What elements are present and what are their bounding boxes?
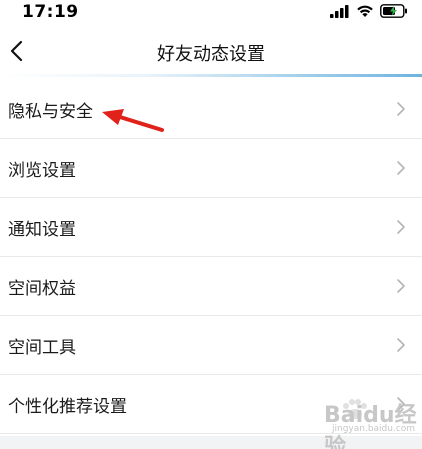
menu-item-space-tools[interactable]: 空间工具 xyxy=(0,316,422,375)
menu-item-label: 通知设置 xyxy=(8,219,76,240)
chevron-right-icon xyxy=(397,338,405,352)
chevron-right-icon xyxy=(397,220,405,234)
settings-menu: 隐私与安全 浏览设置 通知设置 空间权益 空间工具 个性化推荐设置 xyxy=(0,80,422,434)
status-bar: 17:19 xyxy=(0,0,422,26)
menu-item-label: 空间权益 xyxy=(8,278,76,299)
menu-item-notification-settings[interactable]: 通知设置 xyxy=(0,198,422,257)
watermark-subtext: jingyan.baidu.com xyxy=(332,424,416,434)
chevron-right-icon xyxy=(397,161,405,175)
menu-item-label: 空间工具 xyxy=(8,337,76,358)
menu-item-label: 浏览设置 xyxy=(8,160,76,181)
signal-icon xyxy=(330,5,349,18)
page-title: 好友动态设置 xyxy=(157,44,265,65)
screen: 17:19 好友动态设置 隐私与安全 浏览设置 通知设置 空间权益 空间工具 个… xyxy=(0,0,422,449)
wifi-icon xyxy=(357,5,373,17)
nav-underline xyxy=(0,74,422,77)
watermark-text: Baidu经验 xyxy=(324,403,417,449)
menu-item-label: 个性化推荐设置 xyxy=(8,396,127,417)
menu-item-space-benefits[interactable]: 空间权益 xyxy=(0,257,422,316)
battery-charging-icon xyxy=(380,4,407,18)
status-time: 17:19 xyxy=(22,2,79,22)
menu-item-browse-settings[interactable]: 浏览设置 xyxy=(0,139,422,198)
chevron-right-icon xyxy=(397,279,405,293)
menu-item-label: 隐私与安全 xyxy=(8,101,93,122)
chevron-right-icon xyxy=(397,102,405,116)
menu-item-privacy-security[interactable]: 隐私与安全 xyxy=(0,80,422,139)
red-arrow-icon xyxy=(102,109,164,132)
nav-bar: 好友动态设置 xyxy=(0,26,422,76)
status-icons xyxy=(330,4,408,18)
